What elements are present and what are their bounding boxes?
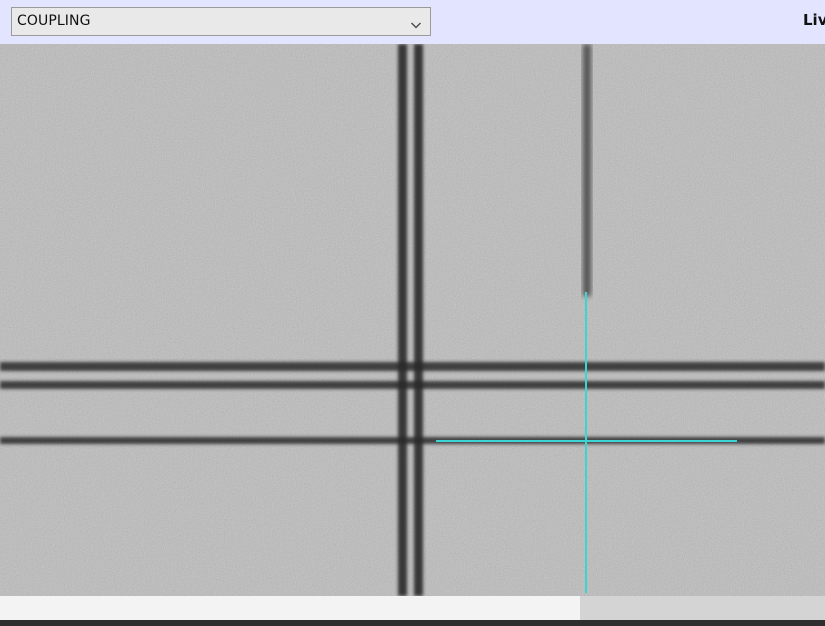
status-bar-right — [580, 596, 825, 620]
taskbar-strip — [0, 620, 825, 626]
horizontal-line-upper — [0, 362, 825, 371]
app-window: COUPLING Liv — [0, 0, 825, 626]
vertical-line-right — [583, 44, 591, 296]
status-bar-left — [0, 596, 580, 620]
vertical-line-left-a — [398, 44, 407, 596]
profile-select-value: COUPLING — [17, 13, 91, 29]
vertical-line-left-b — [414, 44, 423, 596]
camera-view[interactable] — [0, 44, 825, 596]
image-noise — [0, 44, 825, 596]
horizontal-line-middle — [0, 381, 825, 389]
chevron-down-icon[interactable] — [410, 16, 422, 29]
toolbar: COUPLING Liv — [0, 0, 825, 44]
profile-select[interactable]: COUPLING — [11, 7, 431, 36]
live-mode-label: Liv — [803, 11, 825, 29]
camera-image — [0, 44, 825, 596]
